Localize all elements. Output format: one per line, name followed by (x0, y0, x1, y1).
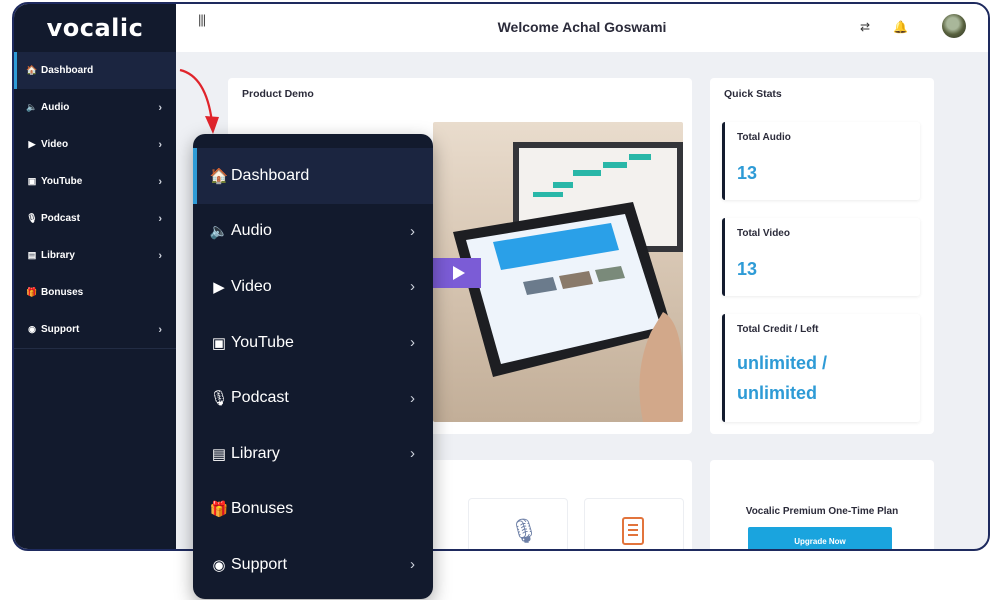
chevron-right-icon: › (158, 175, 162, 188)
sidebar-item-library[interactable]: ▤ Library › (14, 237, 176, 274)
upgrade-now-button[interactable]: Upgrade Now (748, 527, 892, 549)
quick-stats-title: Quick Stats (724, 88, 782, 100)
chevron-right-icon: › (410, 556, 415, 574)
sidebar-item-label: Audio (41, 102, 70, 113)
sidebar-item-video[interactable]: ▶ Video › (14, 126, 176, 163)
stat-value: 13 (737, 163, 758, 183)
chevron-right-icon: › (410, 445, 415, 463)
sidebar-item-support[interactable]: ◉ Support › (193, 537, 433, 593)
sidebar-item-audio[interactable]: 🔈 Audio › (14, 89, 176, 126)
sidebar-item-label: Dashboard (41, 65, 94, 76)
notification-bell-icon[interactable]: 🔔 (893, 20, 908, 34)
chevron-right-icon: › (410, 278, 415, 296)
demo-video-thumbnail[interactable] (433, 122, 683, 422)
sidebar-item-label: Podcast (231, 389, 289, 407)
quick-stats-card: Quick Stats Total Audio 13 Total Video 1… (710, 78, 934, 434)
stat-label: Total Video (737, 228, 790, 239)
youtube-icon: ▣ (211, 334, 227, 352)
sidebar-item-label: Bonuses (231, 500, 294, 518)
home-icon: 🏠 (26, 65, 38, 75)
sidebar-item-library[interactable]: ▤ Library › (193, 426, 433, 482)
sidebar-item-label: Library (41, 250, 75, 261)
sidebar-item-podcast[interactable]: 🎙 Podcast › (14, 200, 176, 237)
sidebar-item-label: Library (231, 444, 280, 462)
chevron-right-icon: › (158, 212, 162, 225)
chevron-right-icon: › (158, 138, 162, 151)
sidebar: vocalic 🏠 Dashboard 🔈 Audio › ▶ Video › ▣ YouTube… (14, 4, 176, 549)
chevron-right-icon: › (158, 323, 162, 336)
sidebar-item-bonuses[interactable]: 🎁 Bonuses (14, 274, 176, 311)
sidebar-item-label: Audio (231, 222, 272, 240)
home-icon: 🏠 (209, 167, 229, 185)
play-icon: ▶ (213, 278, 225, 296)
speaker-icon: 🔈 (209, 223, 229, 241)
sidebar-item-audio[interactable]: 🔈 Audio › (193, 204, 433, 260)
podcast-tool-card[interactable]: 🎙 (468, 498, 568, 549)
stat-total-audio: Total Audio 13 (722, 122, 920, 200)
premium-plan-card: Vocalic Premium One-Time Plan Upgrade No… (710, 460, 934, 549)
zoomed-sidebar-menu: 🏠 Dashboard 🔈 Audio › ▶ Video › ▣ YouTube › 🎙 Podcas… (193, 148, 433, 593)
chevron-right-icon: › (410, 222, 415, 240)
sidebar-item-label: Video (41, 139, 69, 150)
avatar[interactable] (942, 14, 966, 38)
chevron-right-icon: › (410, 334, 415, 352)
sidebar-item-youtube[interactable]: ▣ YouTube › (14, 163, 176, 200)
play-icon: ▶ (28, 139, 36, 149)
sidebar-item-label: YouTube (41, 176, 83, 187)
microphone-icon: 🎙 (209, 390, 229, 408)
premium-plan-title: Vocalic Premium One-Time Plan (745, 506, 899, 517)
gift-icon: 🎁 (209, 501, 229, 519)
language-icon[interactable]: ⇄ (860, 20, 870, 34)
sidebar-item-label: Bonuses (41, 287, 84, 298)
sidebar-divider (14, 348, 176, 349)
youtube-icon: ▣ (27, 176, 37, 186)
gift-icon: 🎁 (26, 287, 38, 297)
microphone-icon: 🎙 (509, 518, 540, 545)
stat-value: 13 (737, 259, 758, 279)
chevron-right-icon: › (158, 101, 162, 114)
sidebar-item-label: YouTube (231, 333, 294, 351)
sidebar-item-label: Support (41, 324, 80, 335)
logo-text: vocalic (46, 14, 144, 42)
stat-value-line1: unlimited / (737, 353, 827, 373)
logo[interactable]: vocalic (14, 4, 176, 52)
sidebar-item-label: Video (231, 277, 272, 295)
product-demo-title: Product Demo (242, 88, 314, 100)
zoomed-sidebar-callout: 🏠 Dashboard 🔈 Audio › ▶ Video › ▣ YouTube › 🎙 Podcas… (193, 134, 433, 599)
sidebar-item-bonuses[interactable]: 🎁 Bonuses (193, 482, 433, 538)
chevron-right-icon: › (158, 249, 162, 262)
stat-label: Total Audio (737, 132, 791, 143)
chevron-right-icon: › (410, 389, 415, 407)
stat-total-video: Total Video 13 (722, 218, 920, 296)
document-icon (622, 517, 644, 545)
sidebar-item-support[interactable]: ◉ Support › (14, 311, 176, 348)
sidebar-item-label: Support (231, 555, 288, 573)
stat-value-line2: unlimited (737, 383, 817, 403)
sidebar-item-dashboard[interactable]: 🏠 Dashboard (14, 52, 176, 89)
sidebar-item-video[interactable]: ▶ Video › (193, 259, 433, 315)
sidebar-item-youtube[interactable]: ▣ YouTube › (193, 315, 433, 371)
book-icon: ▤ (27, 250, 37, 260)
sidebar-item-dashboard[interactable]: 🏠 Dashboard (193, 148, 433, 204)
eye-icon: ◉ (212, 556, 226, 574)
book-icon: ▤ (211, 445, 227, 463)
sidebar-menu: 🏠 Dashboard 🔈 Audio › ▶ Video › ▣ YouTube › 🎙 Podcas… (14, 52, 176, 349)
stat-total-credit: Total Credit / Left unlimited / unlimite… (722, 314, 920, 422)
dashboard-window: vocalic 🏠 Dashboard 🔈 Audio › ▶ Video › ▣ YouTube… (12, 2, 990, 551)
topbar: ||| Welcome Achal Goswami ⇄ 🔔 (176, 4, 988, 52)
arrow-annotation-icon (179, 68, 219, 134)
sidebar-item-podcast[interactable]: 🎙 Podcast › (193, 370, 433, 426)
eye-icon: ◉ (28, 324, 36, 334)
sidebar-item-label: Dashboard (231, 166, 310, 184)
tablet-illustration (433, 142, 683, 422)
sidebar-item-label: Podcast (41, 213, 80, 224)
document-tool-card[interactable] (584, 498, 684, 549)
microphone-icon: 🎙 (26, 213, 38, 223)
stat-label: Total Credit / Left (737, 324, 819, 335)
speaker-icon: 🔈 (26, 102, 38, 112)
